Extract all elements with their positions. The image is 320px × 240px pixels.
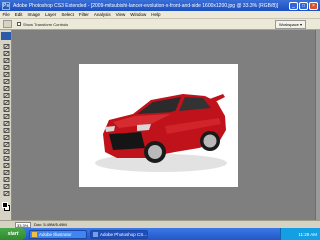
- car-grille: [109, 132, 145, 150]
- type-icon[interactable]: [2, 148, 10, 154]
- notes-icon[interactable]: [2, 169, 10, 175]
- taskbar: start Adobe Illustrator Adobe Photoshop …: [0, 228, 320, 240]
- document-canvas[interactable]: [79, 64, 238, 187]
- document-info[interactable]: Doc: 5.49M/5.49M: [34, 222, 67, 227]
- menu-view[interactable]: View: [113, 11, 128, 18]
- taskbar-item-illustrator[interactable]: Adobe Illustrator: [29, 229, 87, 239]
- dodge-icon[interactable]: [2, 134, 10, 140]
- healing-brush-icon[interactable]: [2, 85, 10, 91]
- photoshop-logo-icon: Ps: [2, 1, 10, 10]
- magic-wand-icon[interactable]: [2, 64, 10, 70]
- eyedropper-icon[interactable]: [2, 176, 10, 182]
- path-selection-icon[interactable]: [2, 155, 10, 161]
- title-bar: Ps Adobe Photoshop CS3 Extended - [2009-…: [0, 0, 320, 11]
- show-transform-checkbox[interactable]: [17, 22, 21, 26]
- clone-stamp-icon[interactable]: [2, 99, 10, 105]
- tool-preset-picker[interactable]: [3, 20, 12, 28]
- hand-icon[interactable]: [2, 183, 10, 189]
- menu-select[interactable]: Select: [59, 11, 77, 18]
- window-controls: _ □ ×: [289, 1, 318, 10]
- move-icon[interactable]: [2, 43, 10, 49]
- options-bar: Show Transform Controls Workspace ▾: [0, 19, 320, 30]
- clock[interactable]: 11:28 AM: [298, 232, 317, 237]
- car-image: [95, 94, 227, 172]
- taskbar-item-label: Adobe Photoshop CS...: [100, 231, 148, 237]
- panel-dock-strip[interactable]: [315, 30, 320, 220]
- menu-edit[interactable]: Edit: [12, 11, 25, 18]
- car-headlight-right: [137, 124, 151, 131]
- car-front-wheel-rim: [148, 145, 162, 159]
- zoom-level-field[interactable]: 33.3%: [15, 221, 31, 228]
- toolbox: [0, 30, 12, 220]
- start-button[interactable]: start: [0, 228, 26, 240]
- car-rear-wheel-rim: [203, 134, 217, 148]
- menu-help[interactable]: Help: [149, 11, 163, 18]
- system-tray: 11:28 AM: [280, 228, 320, 240]
- minimize-button[interactable]: _: [289, 1, 298, 10]
- show-transform-label: Show Transform Controls: [23, 21, 69, 27]
- crop-icon[interactable]: [2, 71, 10, 77]
- menu-filter[interactable]: Filter: [76, 11, 91, 18]
- lasso-icon[interactable]: [2, 57, 10, 63]
- close-button[interactable]: ×: [309, 1, 318, 10]
- taskbar-item-label: Adobe Illustrator: [39, 231, 72, 237]
- foreground-color-swatch[interactable]: [2, 202, 8, 208]
- photoshop-app-icon: [93, 231, 98, 237]
- menu-bar: File Edit Image Layer Select Filter Anal…: [0, 11, 320, 19]
- workspace-button[interactable]: Workspace ▾: [274, 20, 306, 29]
- window-title: Adobe Photoshop CS3 Extended - [2009-mit…: [13, 2, 279, 9]
- history-brush-icon[interactable]: [2, 106, 10, 112]
- toolbox-header-icon: [1, 32, 11, 40]
- illustrator-app-icon: [32, 231, 37, 237]
- marquee-icon[interactable]: [2, 50, 10, 56]
- maximize-button[interactable]: □: [299, 1, 308, 10]
- shape-icon[interactable]: [2, 162, 10, 168]
- brush-icon[interactable]: [2, 92, 10, 98]
- pen-icon[interactable]: [2, 141, 10, 147]
- menu-file[interactable]: File: [0, 11, 12, 18]
- blur-icon[interactable]: [2, 127, 10, 133]
- gradient-icon[interactable]: [2, 120, 10, 126]
- taskbar-item-photoshop[interactable]: Adobe Photoshop CS...: [90, 229, 148, 239]
- menu-image[interactable]: Image: [25, 11, 43, 18]
- menu-analysis[interactable]: Analysis: [91, 11, 113, 18]
- slice-icon[interactable]: [2, 78, 10, 84]
- menu-window[interactable]: Window: [128, 11, 149, 18]
- menu-layer[interactable]: Layer: [43, 11, 59, 18]
- status-bar: 33.3% Doc: 5.49M/5.49M: [0, 220, 320, 228]
- eraser-icon[interactable]: [2, 113, 10, 119]
- zoom-icon[interactable]: [2, 190, 10, 196]
